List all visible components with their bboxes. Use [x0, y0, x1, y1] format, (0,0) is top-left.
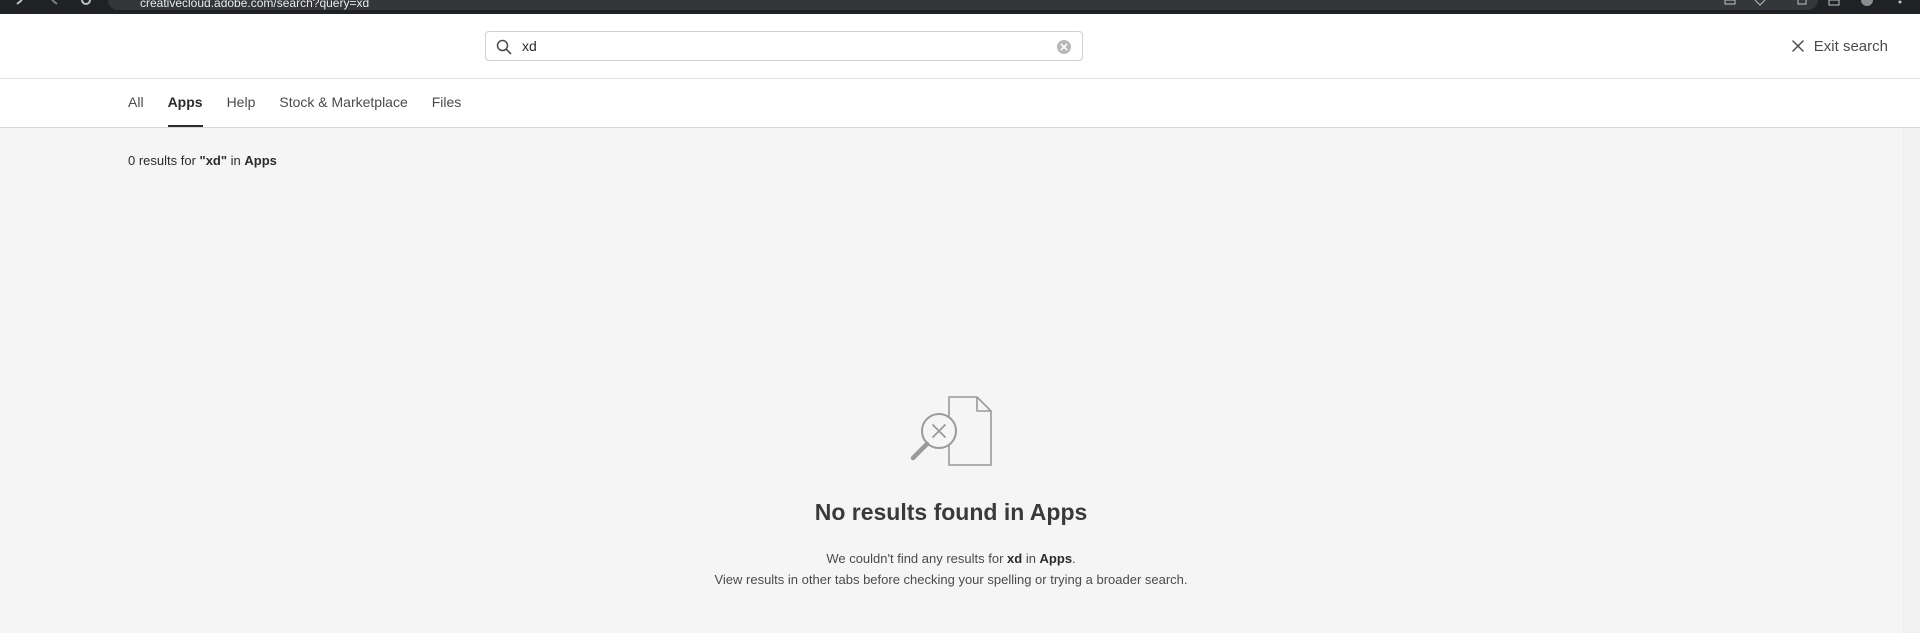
empty-line1-prefix: We couldn't find any results for	[826, 551, 1008, 566]
results-summary-query: "xd"	[199, 153, 228, 168]
search-header: Exit search	[0, 14, 1920, 79]
results-summary-scope: Apps	[244, 153, 277, 168]
scrollbar[interactable]	[1903, 128, 1920, 633]
menu-kebab-icon[interactable]	[1894, 0, 1906, 6]
results-summary-middle: in	[227, 153, 245, 168]
no-results-document-icon	[910, 396, 992, 466]
tab-stock-marketplace[interactable]: Stock & Marketplace	[279, 79, 407, 127]
clear-search-icon[interactable]	[1056, 39, 1072, 55]
empty-state: No results found in Apps We couldn't fin…	[0, 395, 1902, 590]
back-icon[interactable]	[14, 0, 26, 6]
empty-line1-middle: in	[1022, 551, 1040, 566]
profile-avatar[interactable]	[1856, 0, 1878, 6]
exit-search-button[interactable]: Exit search	[1792, 36, 1888, 56]
bookmark-star-icon[interactable]	[1754, 0, 1766, 6]
reload-icon[interactable]	[80, 0, 92, 6]
search-box[interactable]	[485, 31, 1083, 61]
results-summary-prefix: 0 results for	[128, 153, 200, 168]
tabs-bar: All Apps Help Stock & Marketplace Files	[0, 79, 1920, 128]
tab-help[interactable]: Help	[227, 79, 256, 127]
tab-apps[interactable]: Apps	[167, 79, 203, 127]
empty-line1-suffix: .	[1072, 551, 1076, 566]
search-icon	[496, 39, 512, 55]
empty-line1-query: xd	[1007, 551, 1023, 566]
address-bar-url: creativecloud.adobe.com/search?query=xd	[140, 0, 370, 10]
results-summary: 0 results for "xd" in Apps	[128, 153, 277, 168]
install-icon[interactable]	[1724, 0, 1736, 6]
extensions-icon[interactable]	[1796, 0, 1808, 6]
empty-state-title: No results found in Apps	[814, 499, 1088, 525]
forward-icon[interactable]	[48, 0, 60, 6]
empty-line1-scope: Apps	[1039, 551, 1073, 566]
browser-toolbar: creativecloud.adobe.com/search?query=xd	[0, 0, 1920, 14]
empty-state-line-1: We couldn't find any results for xd in A…	[0, 548, 1902, 569]
empty-state-description: We couldn't find any results for xd in A…	[0, 548, 1902, 590]
sidebar-icon[interactable]	[1828, 0, 1840, 6]
tab-files[interactable]: Files	[432, 79, 462, 127]
empty-state-line-2: View results in other tabs before checki…	[714, 572, 1188, 587]
exit-search-label: Exit search	[1813, 37, 1888, 55]
search-input[interactable]	[522, 36, 1042, 56]
tab-all[interactable]: All	[128, 79, 144, 127]
search-tabs: All Apps Help Stock & Marketplace Files	[128, 79, 461, 127]
close-icon	[1792, 40, 1804, 52]
